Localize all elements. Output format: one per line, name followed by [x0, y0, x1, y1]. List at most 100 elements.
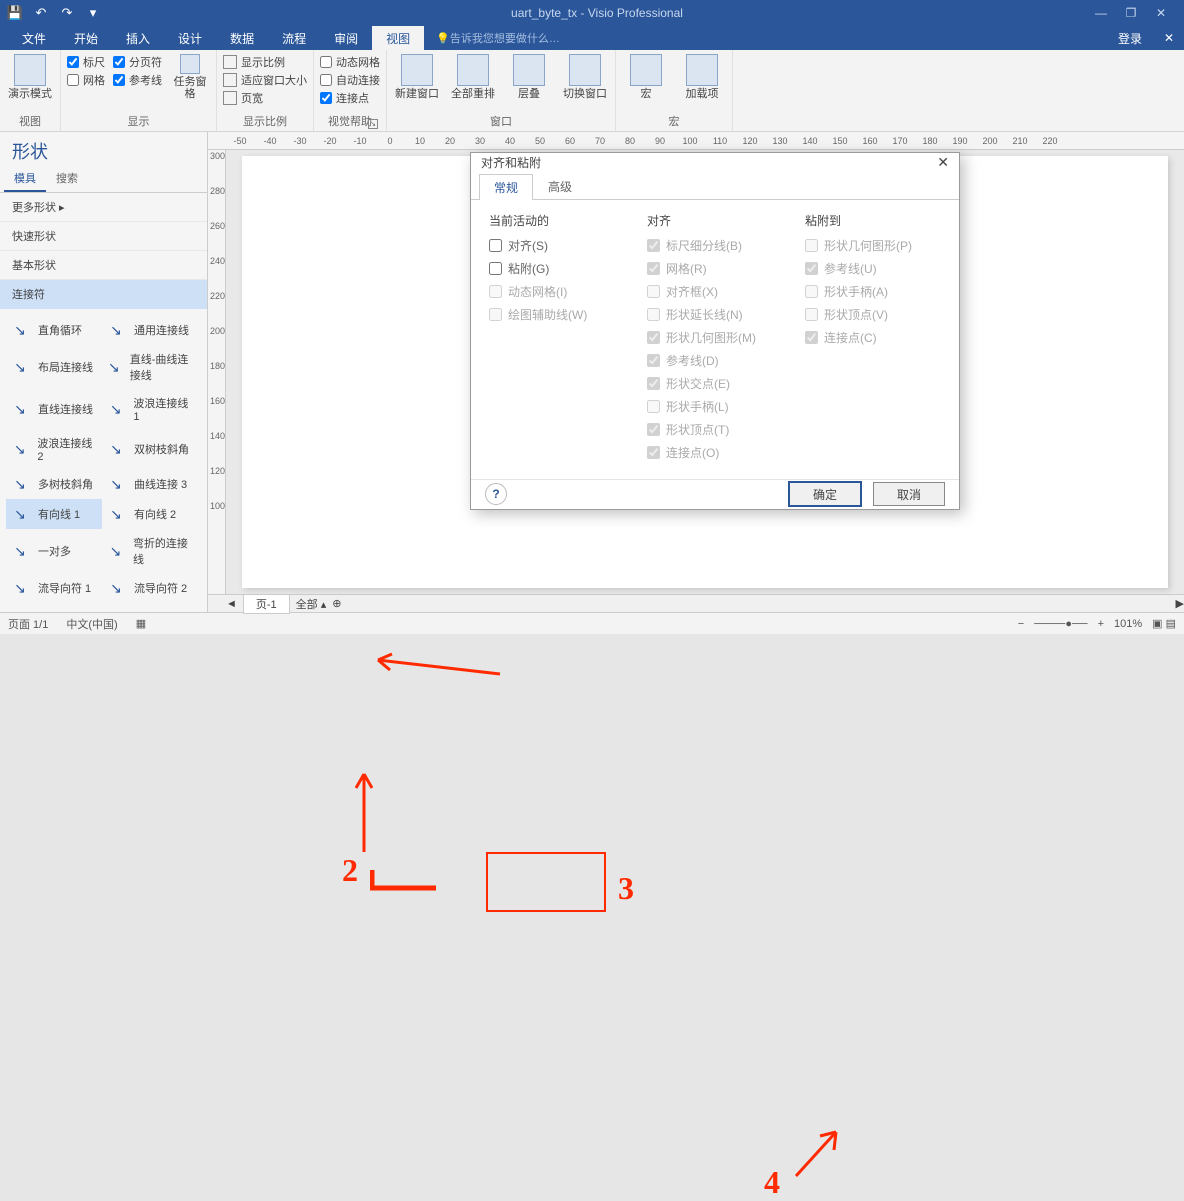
arrange-all-button[interactable]: 全部重排 — [449, 54, 497, 100]
shape-item[interactable]: ↘曲线连接 3 — [102, 469, 198, 499]
cascade-button[interactable]: 层叠 — [505, 54, 553, 100]
ribbon-group-macro: 宏 — [622, 112, 726, 131]
dialog-checkbox[interactable]: 对齐(S) — [489, 237, 625, 254]
checkbox-auto-connect[interactable]: 自动连接 — [320, 72, 380, 88]
tab-review[interactable]: 审阅 — [320, 26, 372, 50]
scroll-right-icon[interactable]: ▶ — [1176, 597, 1184, 610]
tab-home[interactable]: 开始 — [60, 26, 112, 50]
ribbon-close-icon[interactable]: ✕ — [1154, 26, 1184, 50]
basic-shapes[interactable]: 基本形状 — [0, 251, 207, 280]
checkbox-ruler[interactable]: 标尺 — [67, 54, 105, 70]
dialog-checkbox: 标尺细分线(B) — [647, 237, 783, 254]
fit-page-icon[interactable]: ▣ ▤ — [1152, 617, 1176, 630]
visual-help-dialog-launcher[interactable]: ↘ — [368, 119, 378, 129]
zoom-out-icon[interactable]: − — [1018, 618, 1024, 630]
shape-item[interactable]: ↘一对多 — [6, 529, 102, 573]
ribbon-group-scale: 显示比例 — [223, 112, 307, 131]
shapes-title: 形状 — [0, 132, 207, 166]
new-window-button[interactable]: 新建窗口 — [393, 54, 441, 100]
task-pane-button[interactable]: 任务窗格 — [170, 54, 210, 100]
connector-icon: ↘ — [104, 542, 127, 560]
dialog-checkbox: 形状几何图形(P) — [805, 237, 941, 254]
shape-item[interactable]: ↘有向线 2 — [102, 499, 198, 529]
checkbox-conn-points[interactable]: 连接点 — [320, 90, 380, 106]
shapes-tab-stencil[interactable]: 模具 — [4, 166, 46, 192]
tab-data[interactable]: 数据 — [216, 26, 268, 50]
zoom-in-icon[interactable]: + — [1098, 618, 1104, 630]
add-page-icon[interactable]: ⊕ — [332, 597, 341, 610]
shape-item[interactable]: ↘多树枝斜角 — [6, 469, 102, 499]
page-tab-1[interactable]: 页-1 — [243, 594, 290, 614]
addins-button[interactable]: 加载项 — [678, 54, 726, 100]
page-width-button[interactable]: 页宽 — [223, 90, 307, 106]
help-icon[interactable]: ? — [485, 483, 507, 505]
tab-insert[interactable]: 插入 — [112, 26, 164, 50]
connectors-category[interactable]: 连接符 — [0, 280, 207, 309]
checkbox-grid[interactable]: 网格 — [67, 72, 105, 88]
more-shapes[interactable]: 更多形状 ▸ — [0, 193, 207, 222]
anno-2: 2 — [342, 852, 358, 889]
quick-shapes[interactable]: 快速形状 — [0, 222, 207, 251]
shape-item[interactable]: ↘流导向符 2 — [102, 573, 198, 603]
shape-item[interactable]: ↘流导向符 1 — [6, 573, 102, 603]
maximize-button[interactable]: ❐ — [1120, 6, 1142, 20]
dialog-tab-advanced[interactable]: 高级 — [533, 173, 587, 199]
connector-icon: ↘ — [8, 321, 32, 339]
connector-icon: ↘ — [104, 321, 128, 339]
checkbox-dyn-grid[interactable]: 动态网格 — [320, 54, 380, 70]
tell-me-input[interactable]: 💡 告诉我您想要做什么… — [424, 26, 1106, 50]
undo-icon[interactable]: ↶ — [30, 2, 52, 24]
dialog-checkbox: 参考线(U) — [805, 260, 941, 277]
language-indicator[interactable]: 中文(中国) — [66, 616, 117, 632]
dialog-tab-general[interactable]: 常规 — [479, 174, 533, 200]
connector-icon: ↘ — [104, 579, 128, 597]
all-pages-button[interactable]: 全部 ▴ — [296, 596, 327, 612]
qat-dropdown-icon[interactable]: ▾ — [82, 2, 104, 24]
dialog-checkbox: 动态网格(I) — [489, 283, 625, 300]
tab-file[interactable]: 文件 — [8, 26, 60, 50]
cancel-button[interactable]: 取消 — [873, 482, 945, 506]
record-macro-icon[interactable]: ▦ — [136, 617, 146, 630]
redo-icon[interactable]: ↷ — [56, 2, 78, 24]
checkbox-pagebreak[interactable]: 分页符 — [113, 54, 162, 70]
ribbon-tabs: 文件 开始 插入 设计 数据 流程 审阅 视图 💡 告诉我您想要做什么… 登录 … — [0, 26, 1184, 50]
shape-item[interactable]: ↘弯折的连接线 — [102, 529, 198, 573]
shape-item[interactable]: ↘直线连接线 — [6, 389, 102, 429]
show-scale-button[interactable]: 显示比例 — [223, 54, 307, 70]
connector-icon: ↘ — [104, 400, 127, 418]
prev-page-icon[interactable]: ◄ — [226, 598, 237, 610]
save-icon[interactable]: 💾 — [4, 2, 26, 24]
presentation-mode-button[interactable]: 演示模式 — [6, 54, 54, 100]
shape-item[interactable]: ↘布局连接线 — [6, 345, 102, 389]
signin-button[interactable]: 登录 — [1106, 26, 1154, 50]
shape-item[interactable]: ↘直线-曲线连接线 — [102, 345, 198, 389]
anno-4: 4 — [764, 1164, 780, 1201]
shapes-pane: 形状 模具 搜索 更多形状 ▸ 快速形状 基本形状 连接符 ↘直角循环↘通用连接… — [0, 132, 208, 612]
connector-icon: ↘ — [8, 505, 32, 523]
shape-item[interactable]: ↘波浪连接线 1 — [102, 389, 198, 429]
shapes-tab-search[interactable]: 搜索 — [46, 166, 88, 192]
minimize-button[interactable]: — — [1090, 6, 1112, 20]
shape-item[interactable]: ↘通用连接线 — [102, 315, 198, 345]
connector-icon: ↘ — [104, 475, 128, 493]
fit-window-button[interactable]: 适应窗口大小 — [223, 72, 307, 88]
ok-button[interactable]: 确定 — [789, 482, 861, 506]
dialog-checkbox: 形状手柄(L) — [647, 398, 783, 415]
connector-icon: ↘ — [104, 505, 128, 523]
zoom-level[interactable]: 101% — [1114, 618, 1142, 630]
title-bar: 💾 ↶ ↷ ▾ uart_byte_tx - Visio Professiona… — [0, 0, 1184, 26]
macros-button[interactable]: 宏 — [622, 54, 670, 100]
tab-view[interactable]: 视图 — [372, 26, 424, 50]
dialog-close-icon[interactable]: ✕ — [937, 154, 949, 171]
shape-item[interactable]: ↘波浪连接线 2 — [6, 429, 102, 469]
switch-window-button[interactable]: 切换窗口 — [561, 54, 609, 100]
dialog-checkbox[interactable]: 粘附(G) — [489, 260, 625, 277]
checkbox-guides[interactable]: 参考线 — [113, 72, 162, 88]
close-button[interactable]: ✕ — [1150, 6, 1172, 20]
tab-design[interactable]: 设计 — [164, 26, 216, 50]
shape-item[interactable]: ↘双树枝斜角 — [102, 429, 198, 469]
connector-icon: ↘ — [8, 440, 31, 458]
tab-process[interactable]: 流程 — [268, 26, 320, 50]
shape-item[interactable]: ↘有向线 1 — [6, 499, 102, 529]
shape-item[interactable]: ↘直角循环 — [6, 315, 102, 345]
